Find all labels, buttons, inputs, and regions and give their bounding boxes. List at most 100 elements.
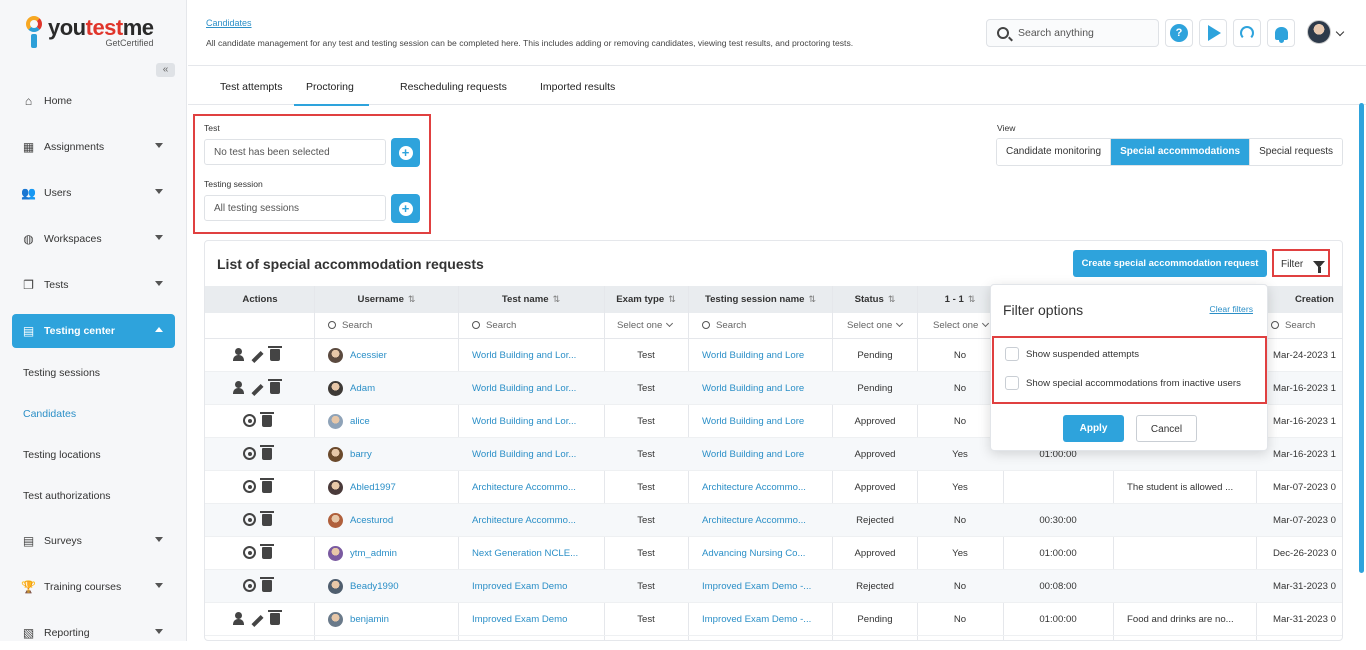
column-header-status[interactable]: Status ⇅	[833, 286, 917, 313]
proctor-user-icon[interactable]	[233, 381, 245, 394]
sidebar-subitem-testing-sessions[interactable]: Testing sessions	[23, 367, 100, 379]
delete-icon[interactable]	[260, 411, 274, 427]
session-name-cell[interactable]: Architecture Accommo...	[702, 471, 818, 504]
logo[interactable]: youtestme GetCertified	[24, 16, 154, 50]
view-icon[interactable]	[243, 480, 256, 493]
notifications-button[interactable]	[1267, 19, 1295, 47]
column-header-username[interactable]: Username ⇅	[315, 286, 458, 313]
sort-icon[interactable]: ⇅	[808, 294, 816, 304]
column-header-test-name[interactable]: Test name ⇅	[458, 286, 604, 313]
breadcrumb[interactable]: Candidates	[206, 18, 252, 28]
column-header-testing-session-name[interactable]: Testing session name ⇅	[688, 286, 833, 313]
view-icon[interactable]	[243, 414, 256, 427]
session-name-cell[interactable]: Architecture Accommo...	[702, 504, 818, 537]
view-special-requests[interactable]: Special requests	[1250, 139, 1343, 165]
test-name-cell[interactable]: Architecture Accommo...	[472, 471, 588, 504]
delete-icon[interactable]	[260, 543, 274, 559]
delete-icon[interactable]	[260, 477, 274, 493]
delete-icon[interactable]	[260, 510, 274, 526]
create-accommodation-request-button[interactable]: Create special accommodation request	[1073, 250, 1267, 277]
sidebar-item-workspaces[interactable]: ◍ Workspaces	[12, 222, 175, 256]
session-name-cell[interactable]: Improved Exam Demo -...	[702, 603, 818, 636]
username-search-input[interactable]: Search	[328, 313, 372, 339]
sidebar-item-testing-center[interactable]: ▤ Testing center	[12, 314, 175, 348]
delete-icon[interactable]	[260, 576, 274, 592]
user-avatar[interactable]	[1307, 20, 1331, 44]
column-header-creation[interactable]: Creation	[1295, 286, 1342, 313]
test-name-cell[interactable]: Improved Exam Demo	[472, 570, 588, 603]
sidebar-item-surveys[interactable]: ▤ Surveys	[12, 524, 175, 558]
delete-icon[interactable]	[268, 609, 282, 625]
add-test-button[interactable]: +	[391, 138, 420, 167]
test-name-cell[interactable]: Architecture Accommo...	[472, 504, 588, 537]
edit-icon[interactable]	[251, 614, 264, 627]
sidebar-item-home[interactable]: ⌂ Home	[12, 84, 175, 118]
exam-type-select[interactable]: Select one	[617, 313, 674, 339]
username-cell[interactable]: alice	[328, 405, 370, 438]
sort-icon[interactable]: ⇅	[668, 294, 676, 304]
delete-icon[interactable]	[268, 378, 282, 394]
column-header-exam-type[interactable]: Exam type ⇅	[604, 286, 688, 313]
tab-proctoring[interactable]: Proctoring	[294, 81, 369, 106]
collapse-sidebar-button[interactable]: «	[156, 63, 175, 77]
cancel-button[interactable]: Cancel	[1136, 415, 1197, 442]
session-name-cell[interactable]: World Building and Lore	[702, 372, 818, 405]
scrollbar[interactable]	[1359, 103, 1364, 573]
username-cell[interactable]: Abled1997	[328, 471, 396, 504]
proctor-user-icon[interactable]	[233, 612, 245, 625]
sidebar-item-reporting[interactable]: ▧ Reporting	[12, 616, 175, 650]
test-name-cell[interactable]: World Building and Lor...	[472, 372, 588, 405]
sort-icon[interactable]: ⇅	[968, 294, 976, 304]
test-name-search-input[interactable]: Search	[472, 313, 516, 339]
session-name-cell[interactable]: World Building and Lore	[702, 405, 818, 438]
username-cell[interactable]: Beady1990	[328, 570, 399, 603]
sidebar-subitem-test-authorizations[interactable]: Test authorizations	[23, 490, 111, 502]
test-name-cell[interactable]: World Building and Lor...	[472, 339, 588, 372]
tab-imported-results[interactable]: Imported results	[540, 81, 615, 93]
sidebar-item-users[interactable]: 👥 Users	[12, 176, 175, 210]
username-cell[interactable]: barry	[328, 438, 372, 471]
sidebar-item-training-courses[interactable]: 🏆 Training courses	[12, 570, 175, 604]
username-cell[interactable]: Acessier	[328, 339, 387, 372]
chevron-down-icon[interactable]	[1335, 27, 1345, 37]
test-name-cell[interactable]: World Building and Lor...	[472, 438, 588, 471]
session-name-cell[interactable]: World Building and Lore	[702, 438, 818, 471]
sidebar-subitem-testing-locations[interactable]: Testing locations	[23, 449, 101, 461]
status-select[interactable]: Select one	[847, 313, 904, 339]
session-name-cell[interactable]: Advancing Nursing Co...	[702, 537, 818, 570]
edit-icon[interactable]	[251, 383, 264, 396]
edit-icon[interactable]	[251, 350, 264, 363]
help-button[interactable]: ?	[1165, 19, 1193, 47]
sidebar-item-tests[interactable]: ❐ Tests	[12, 268, 175, 302]
clear-filters-link[interactable]: Clear filters	[1210, 304, 1253, 314]
session-name-cell[interactable]: World Building and Lore	[702, 339, 818, 372]
sort-icon[interactable]: ⇅	[408, 294, 416, 304]
test-select-field[interactable]: No test has been selected	[204, 139, 386, 165]
session-name-cell[interactable]: Improved Exam Demo -...	[702, 570, 818, 603]
test-name-cell[interactable]: World Building and Lor...	[472, 405, 588, 438]
view-icon[interactable]	[243, 546, 256, 559]
testing-session-select-field[interactable]: All testing sessions	[204, 195, 386, 221]
play-button[interactable]	[1199, 19, 1227, 47]
creation-search-input[interactable]: Search	[1271, 313, 1315, 339]
username-cell[interactable]: Adam	[328, 372, 375, 405]
view-special-accommodations[interactable]: Special accommodations	[1111, 139, 1251, 165]
view-icon[interactable]	[243, 579, 256, 592]
proctor-user-icon[interactable]	[233, 348, 245, 361]
delete-icon[interactable]	[268, 345, 282, 361]
sort-icon[interactable]: ⇅	[553, 294, 561, 304]
checkbox[interactable]	[1005, 347, 1019, 361]
add-testing-session-button[interactable]: +	[391, 194, 420, 223]
sidebar-item-assignments[interactable]: ▦ Assignments	[12, 130, 175, 164]
view-icon[interactable]	[243, 447, 256, 460]
test-name-cell[interactable]: Next Generation NCLE...	[472, 537, 588, 570]
username-cell[interactable]: Acesturod	[328, 504, 393, 537]
checkbox[interactable]	[1005, 376, 1019, 390]
sidebar-subitem-candidates[interactable]: Candidates	[23, 408, 76, 420]
username-cell[interactable]: benjamin	[328, 603, 389, 636]
delete-icon[interactable]	[260, 444, 274, 460]
tab-test-attempts[interactable]: Test attempts	[220, 81, 282, 93]
show-suspended-option[interactable]: Show suspended attempts	[1005, 347, 1139, 361]
view-candidate-monitoring[interactable]: Candidate monitoring	[997, 139, 1112, 165]
sort-icon[interactable]: ⇅	[888, 294, 896, 304]
